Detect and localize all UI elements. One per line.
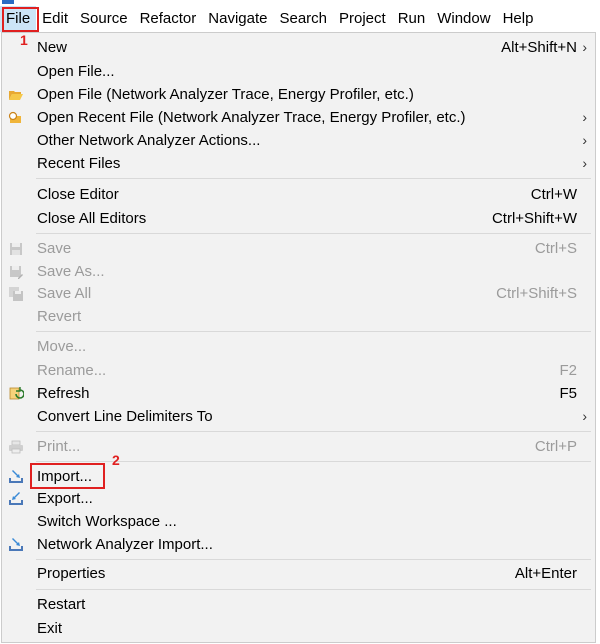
save-as-icon bbox=[8, 264, 24, 280]
menu-search[interactable]: Search bbox=[273, 6, 333, 32]
submenu-arrow-icon: › bbox=[582, 408, 587, 424]
menu-item-label: Save As... bbox=[37, 263, 105, 280]
menu-item-rename[interactable]: Rename... F2 bbox=[2, 359, 595, 382]
menu-item-label: Exit bbox=[37, 620, 63, 637]
menu-item-label: Close All Editors bbox=[37, 210, 147, 227]
menu-project[interactable]: Project bbox=[333, 6, 392, 32]
menu-item-convert-line-delimiters[interactable]: Convert Line Delimiters To › bbox=[2, 405, 595, 428]
menu-item-label: Refresh bbox=[37, 385, 90, 402]
menu-bar: File Edit Source Refactor Navigate Searc… bbox=[0, 6, 600, 32]
shortcut: F5 bbox=[559, 385, 577, 402]
shortcut: Ctrl+S bbox=[534, 240, 577, 257]
menu-item-export[interactable]: Export... bbox=[2, 487, 595, 510]
shortcut: Ctrl+W bbox=[530, 186, 577, 203]
separator bbox=[36, 178, 591, 179]
export-icon bbox=[8, 491, 24, 507]
menu-item-new[interactable]: New Alt+Shift+N › bbox=[2, 36, 595, 59]
menu-item-open-file[interactable]: Open File... bbox=[2, 60, 595, 83]
recent-file-icon bbox=[8, 110, 24, 126]
annotation-step-2: 2 bbox=[112, 452, 120, 468]
menu-run[interactable]: Run bbox=[392, 6, 432, 32]
print-icon bbox=[8, 439, 24, 455]
menu-item-label: Revert bbox=[37, 308, 82, 325]
menu-item-label: Export... bbox=[37, 490, 93, 507]
menu-item-label: Open File (Network Analyzer Trace, Energ… bbox=[37, 86, 414, 103]
submenu-arrow-icon: › bbox=[582, 109, 587, 125]
menu-item-exit[interactable]: Exit bbox=[2, 617, 595, 640]
app-icon bbox=[2, 0, 14, 4]
menu-item-other-network-actions[interactable]: Other Network Analyzer Actions... › bbox=[2, 129, 595, 152]
shortcut: Alt+Shift+N bbox=[501, 39, 577, 56]
save-icon bbox=[8, 241, 24, 257]
menu-item-network-analyzer-import[interactable]: Network Analyzer Import... bbox=[2, 533, 595, 556]
menu-refactor[interactable]: Refactor bbox=[134, 6, 203, 32]
menu-item-label: Rename... bbox=[37, 362, 107, 379]
shortcut: Ctrl+Shift+S bbox=[496, 285, 577, 302]
menu-item-label: New bbox=[37, 39, 68, 56]
folder-open-icon bbox=[8, 87, 24, 103]
annotation-step-1: 1 bbox=[20, 32, 28, 48]
menu-item-refresh[interactable]: Refresh F5 bbox=[2, 382, 595, 405]
shortcut: F2 bbox=[559, 362, 577, 379]
menu-navigate[interactable]: Navigate bbox=[202, 6, 273, 32]
separator bbox=[36, 431, 591, 432]
menu-item-label: Other Network Analyzer Actions... bbox=[37, 132, 261, 149]
network-import-icon bbox=[8, 537, 24, 553]
menu-item-label: Properties bbox=[37, 565, 106, 582]
annotation-highlight-file bbox=[2, 7, 39, 32]
menu-item-open-file-network[interactable]: Open File (Network Analyzer Trace, Energ… bbox=[2, 83, 595, 106]
menu-item-label: Save bbox=[37, 240, 72, 257]
menu-item-label: Open Recent File (Network Analyzer Trace… bbox=[37, 109, 466, 126]
menu-item-save-as[interactable]: Save As... bbox=[2, 260, 595, 283]
menu-item-properties[interactable]: Properties Alt+Enter bbox=[2, 562, 595, 585]
separator bbox=[36, 589, 591, 590]
menu-item-close-all-editors[interactable]: Close All Editors Ctrl+Shift+W bbox=[2, 207, 595, 230]
separator bbox=[36, 233, 591, 234]
menu-item-open-recent-network[interactable]: Open Recent File (Network Analyzer Trace… bbox=[2, 106, 595, 129]
menu-edit[interactable]: Edit bbox=[36, 6, 74, 32]
shortcut: Alt+Enter bbox=[514, 565, 577, 582]
menu-item-label: Network Analyzer Import... bbox=[37, 536, 213, 553]
menu-item-label: Convert Line Delimiters To bbox=[37, 408, 213, 425]
shortcut: Ctrl+Shift+W bbox=[491, 210, 577, 227]
menu-item-label: Print... bbox=[37, 438, 81, 455]
menu-item-save-all[interactable]: Save All Ctrl+Shift+S bbox=[2, 282, 595, 305]
menu-item-print[interactable]: Print... Ctrl+P bbox=[2, 435, 595, 458]
menu-window[interactable]: Window bbox=[431, 6, 496, 32]
menu-item-label: Open File... bbox=[37, 63, 115, 80]
menu-item-restart[interactable]: Restart bbox=[2, 593, 595, 616]
menu-item-move[interactable]: Move... bbox=[2, 335, 595, 358]
shortcut: Ctrl+P bbox=[534, 438, 577, 455]
menu-item-label: Switch Workspace ... bbox=[37, 513, 177, 530]
refresh-icon bbox=[8, 386, 25, 402]
menu-item-close-editor[interactable]: Close Editor Ctrl+W bbox=[2, 183, 595, 206]
menu-item-save[interactable]: Save Ctrl+S bbox=[2, 237, 595, 260]
menu-item-revert[interactable]: Revert bbox=[2, 305, 595, 328]
submenu-arrow-icon: › bbox=[582, 132, 587, 148]
menu-item-label: Close Editor bbox=[37, 186, 119, 203]
menu-source[interactable]: Source bbox=[74, 6, 134, 32]
menu-item-label: Move... bbox=[37, 338, 87, 355]
save-all-icon bbox=[8, 286, 24, 302]
menu-item-switch-workspace[interactable]: Switch Workspace ... bbox=[2, 510, 595, 533]
submenu-arrow-icon: › bbox=[582, 39, 587, 55]
import-icon bbox=[8, 469, 24, 485]
menu-help[interactable]: Help bbox=[497, 6, 540, 32]
separator bbox=[36, 559, 591, 560]
file-menu-dropdown: New Alt+Shift+N › Open File... Open File… bbox=[1, 32, 596, 643]
submenu-arrow-icon: › bbox=[582, 155, 587, 171]
menu-item-label: Recent Files bbox=[37, 155, 121, 172]
menu-item-label: Restart bbox=[37, 596, 86, 613]
menu-item-recent-files[interactable]: Recent Files › bbox=[2, 152, 595, 175]
separator bbox=[36, 331, 591, 332]
menu-item-label: Save All bbox=[37, 285, 92, 302]
annotation-highlight-import bbox=[30, 463, 105, 489]
